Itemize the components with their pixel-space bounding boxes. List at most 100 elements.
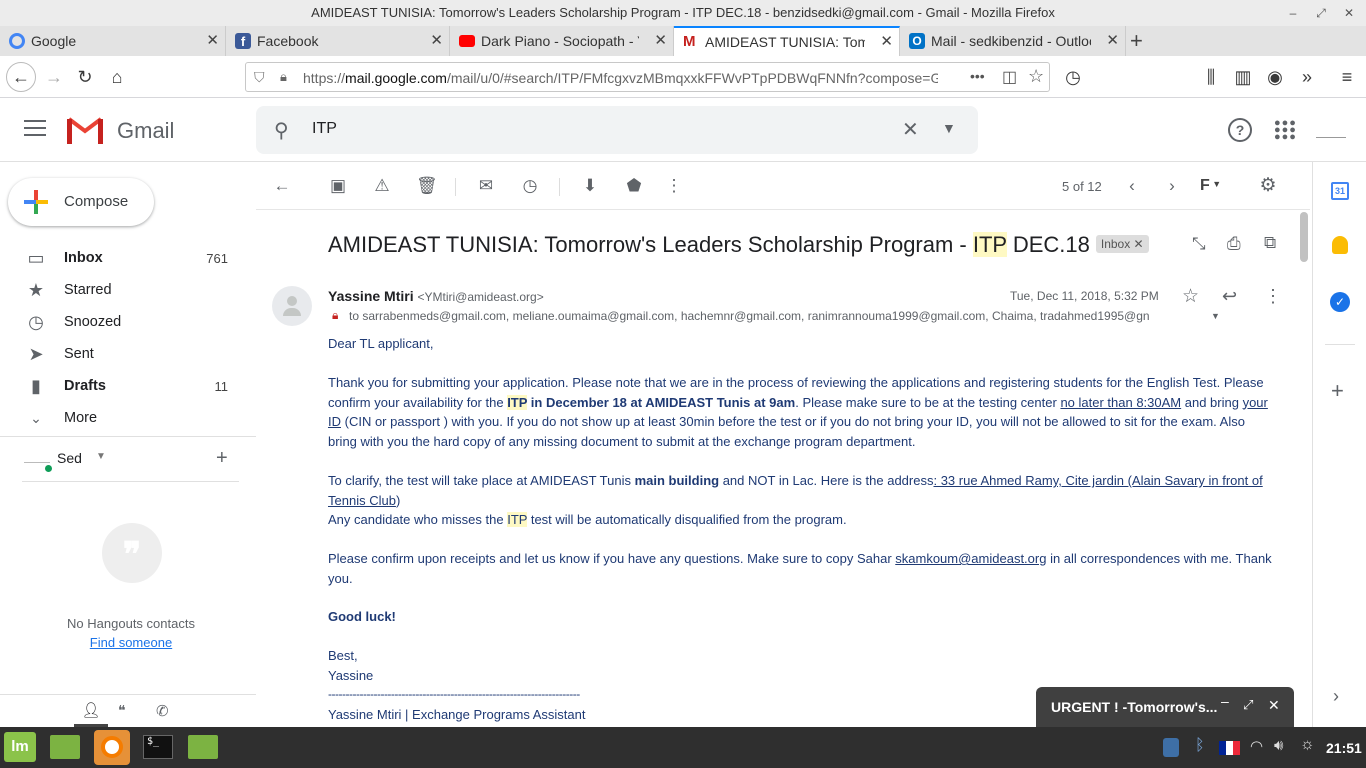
tab-gmail-active[interactable]: M AMIDEAST TUNISIA: Tomo ✕: [674, 26, 900, 56]
sender-name[interactable]: Yassine Mtiri: [328, 288, 414, 304]
message-more-icon[interactable]: ⋮: [1264, 286, 1282, 307]
folder-icon[interactable]: [188, 735, 218, 759]
new-conversation-icon[interactable]: +: [216, 447, 228, 470]
main-menu-icon[interactable]: [24, 120, 46, 136]
search-input[interactable]: ITP: [312, 120, 337, 138]
apps-grid-icon[interactable]: ●●● ●●● ●●●: [1274, 118, 1297, 143]
url-text[interactable]: https://mail.google.com/mail/u/0/#search…: [303, 70, 938, 86]
new-tab-button[interactable]: +: [1130, 28, 1143, 54]
bookmark-star-icon[interactable]: ☆: [1028, 66, 1044, 87]
close-tab-icon[interactable]: ✕: [654, 26, 667, 56]
keyboard-layout-flag-icon[interactable]: [1219, 741, 1240, 755]
sender-avatar[interactable]: [272, 286, 312, 326]
hangouts-user[interactable]: Sed: [57, 450, 82, 466]
tab-outlook[interactable]: O Mail - sedkibenzid - Outloo ✕: [900, 26, 1126, 56]
reload-button[interactable]: ↻: [72, 64, 98, 90]
nav-item-sent[interactable]: ➤ Sent: [0, 338, 240, 370]
conversations-tab-icon[interactable]: ❝: [118, 702, 126, 719]
calendar-icon[interactable]: 31: [1331, 182, 1349, 200]
open-new-window-icon[interactable]: ⧉: [1264, 233, 1276, 253]
phone-tab-icon[interactable]: ✆: [156, 702, 169, 720]
firefox-taskbar-button[interactable]: [94, 730, 130, 765]
compose-minimized-window[interactable]: URGENT ! -Tomorrow's... – ⤢ ✕: [1036, 687, 1294, 727]
archive-icon[interactable]: ▣: [328, 176, 348, 196]
overflow-menu-icon[interactable]: »: [1294, 64, 1320, 90]
close-tab-icon[interactable]: ✕: [206, 26, 219, 56]
settings-gear-icon[interactable]: ⚙: [1258, 176, 1278, 196]
mint-menu-icon[interactable]: lm: [4, 732, 36, 762]
account-icon[interactable]: ◉: [1262, 64, 1288, 90]
collapse-all-icon[interactable]: ⤡: [1192, 234, 1206, 254]
clock-time[interactable]: 21:51: [1326, 740, 1362, 756]
older-icon[interactable]: ›: [1162, 176, 1182, 196]
brightness-icon[interactable]: ☼: [1300, 736, 1315, 754]
close-tab-icon[interactable]: ✕: [430, 26, 443, 56]
inbox-label-badge[interactable]: Inbox ✕: [1095, 235, 1149, 253]
minimize-button[interactable]: –: [1282, 0, 1304, 26]
scrollbar-thumb[interactable]: [1300, 212, 1308, 262]
help-icon[interactable]: ?: [1228, 118, 1252, 142]
no-encryption-icon[interactable]: 🔒︎: [332, 308, 338, 323]
input-tools-button[interactable]: F ▼: [1200, 177, 1221, 195]
compose-button[interactable]: Compose: [8, 178, 154, 226]
print-icon[interactable]: ⎙: [1227, 234, 1241, 254]
home-button[interactable]: ⌂: [104, 64, 130, 90]
hamburger-menu-icon[interactable]: ≡: [1334, 64, 1360, 90]
bluetooth-icon[interactable]: ᛒ: [1195, 737, 1205, 755]
close-window-button[interactable]: ✕: [1338, 0, 1360, 26]
email-link[interactable]: skamkoum@amideast.org: [895, 551, 1046, 566]
back-to-search-icon[interactable]: ←: [272, 176, 292, 196]
close-tab-icon[interactable]: ✕: [880, 28, 893, 56]
close-tab-icon[interactable]: ✕: [1106, 26, 1119, 56]
nav-item-snoozed[interactable]: ◷ Snoozed: [0, 306, 240, 338]
mark-unread-icon[interactable]: ✉: [476, 176, 496, 196]
delete-icon[interactable]: 🗑︎: [416, 176, 438, 196]
clear-search-icon[interactable]: ✕: [902, 117, 919, 142]
get-addons-icon[interactable]: +: [1331, 378, 1344, 404]
tab-youtube[interactable]: Dark Piano - Sociopath - Yo ✕: [450, 26, 674, 56]
find-someone-link[interactable]: Find someone: [0, 635, 262, 650]
wifi-icon[interactable]: ◠: [1250, 737, 1263, 755]
user-dropdown-icon[interactable]: ▼: [96, 451, 106, 462]
newer-icon[interactable]: ‹: [1122, 176, 1142, 196]
url-bar[interactable]: ⛉ 🔒︎ https://mail.google.com/mail/u/0/#s…: [245, 62, 1050, 92]
close-icon[interactable]: ✕: [1268, 697, 1280, 714]
history-icon[interactable]: ◷: [1060, 64, 1086, 90]
search-bar[interactable]: ⚲ ITP ✕ ▼: [256, 106, 978, 154]
forward-button[interactable]: →: [41, 64, 67, 90]
account-avatar[interactable]: [1316, 122, 1346, 138]
library-icon[interactable]: ⫼: [1198, 64, 1224, 90]
star-message-icon[interactable]: ☆: [1182, 285, 1199, 308]
back-button[interactable]: ←: [6, 62, 36, 92]
maximize-button[interactable]: ⤢: [1310, 0, 1332, 26]
page-actions-button[interactable]: •••: [970, 68, 985, 84]
reply-icon[interactable]: ↩: [1222, 286, 1237, 307]
move-to-icon[interactable]: ⬇: [580, 176, 600, 196]
security-shield-icon[interactable]: [1163, 738, 1179, 757]
compose-window-title[interactable]: URGENT ! -Tomorrow's...: [1051, 699, 1217, 715]
terminal-icon[interactable]: $_: [143, 735, 173, 759]
nav-item-drafts[interactable]: ▮ Drafts 11: [0, 370, 240, 402]
fullscreen-icon[interactable]: ⤢: [1243, 697, 1253, 713]
search-icon[interactable]: ⚲: [274, 118, 289, 143]
lock-icon[interactable]: 🔒︎: [280, 69, 287, 85]
minimize-icon[interactable]: –: [1221, 693, 1229, 709]
label-icon[interactable]: ⬟: [624, 176, 644, 196]
tab-facebook[interactable]: f Facebook ✕: [226, 26, 450, 56]
pocket-icon[interactable]: ◫: [1002, 67, 1017, 87]
expand-panel-icon[interactable]: ›: [1333, 686, 1339, 707]
keep-icon[interactable]: [1332, 236, 1348, 254]
show-details-icon[interactable]: ▼: [1211, 311, 1220, 321]
sidebar-icon[interactable]: ▥: [1230, 64, 1256, 90]
nav-item-more[interactable]: ⌄ More: [0, 402, 240, 434]
contacts-tab-icon[interactable]: 👤︎: [74, 696, 108, 727]
nav-item-starred[interactable]: ★ Starred: [0, 274, 240, 306]
snooze-icon[interactable]: ◷: [520, 176, 540, 196]
nav-item-inbox[interactable]: ▭ Inbox 761: [0, 242, 240, 274]
more-options-icon[interactable]: ⋮: [664, 176, 684, 196]
files-icon[interactable]: [50, 735, 80, 759]
shield-icon[interactable]: ⛉: [254, 69, 265, 86]
tasks-icon[interactable]: ✓: [1330, 292, 1350, 312]
volume-icon[interactable]: 🔊︎: [1274, 737, 1283, 754]
report-spam-icon[interactable]: ⚠: [372, 176, 392, 196]
